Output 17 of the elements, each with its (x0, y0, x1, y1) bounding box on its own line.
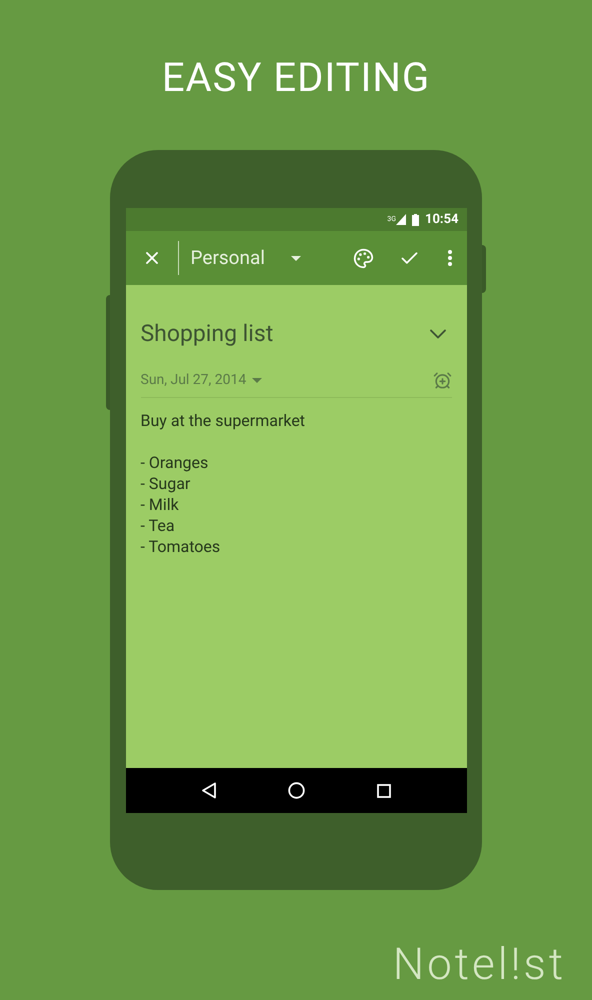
add-reminder-icon[interactable] (432, 370, 452, 390)
note-body[interactable]: Buy at the supermarket - Oranges - Sugar - Milk - Tea - Tomatoes (140, 410, 452, 556)
back-icon[interactable] (201, 782, 218, 799)
more-icon (448, 250, 452, 266)
signal-icon (396, 214, 406, 225)
dropdown-arrow-icon (290, 256, 300, 260)
battery-icon (412, 214, 419, 226)
headline: EASY EDITING (162, 58, 430, 98)
category-dropdown[interactable]: Personal (190, 244, 300, 272)
clock: 10:54 (425, 210, 458, 229)
dropdown-arrow-icon (252, 378, 262, 382)
palette-icon (353, 248, 374, 268)
note-title: Shopping list (140, 319, 274, 349)
home-icon[interactable] (288, 782, 306, 799)
date-dropdown[interactable]: Sun, Jul 27, 2014 (140, 370, 262, 390)
recents-icon[interactable] (376, 784, 391, 798)
logo: Notel!st (392, 942, 566, 986)
